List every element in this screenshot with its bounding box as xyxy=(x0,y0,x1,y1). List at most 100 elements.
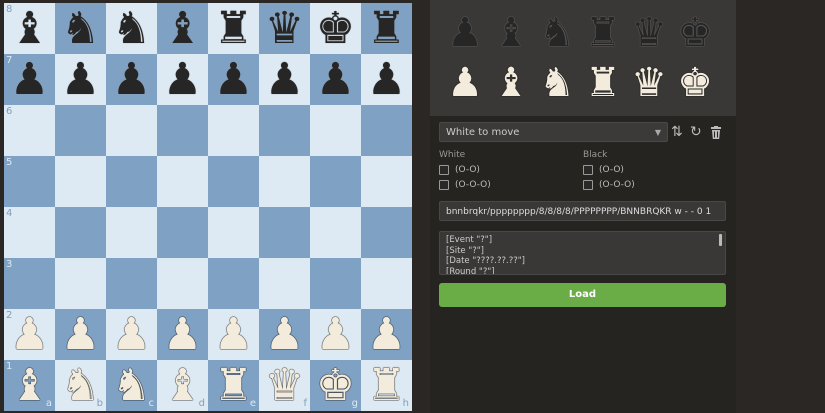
square-a6[interactable]: 6 xyxy=(4,105,55,156)
turn-select[interactable]: White to move ▼ xyxy=(439,122,668,142)
black-bishop-icon[interactable]: ♝ xyxy=(10,3,49,54)
spare-piece[interactable]: ♛ xyxy=(626,60,672,106)
black-pawn-icon[interactable]: ♟ xyxy=(163,54,202,105)
square-e5[interactable] xyxy=(208,156,259,207)
checkbox-box[interactable] xyxy=(583,165,593,175)
black-knight-icon[interactable]: ♞ xyxy=(112,3,151,54)
square-e4[interactable] xyxy=(208,207,259,258)
pgn-scrollbar[interactable] xyxy=(719,234,722,246)
white-rook-icon[interactable]: ♜ xyxy=(214,360,253,411)
spare-piece[interactable]: ♝ xyxy=(488,10,534,56)
square-e2[interactable]: ♟ xyxy=(208,309,259,360)
square-a5[interactable]: 5 xyxy=(4,156,55,207)
square-e1[interactable]: e ♜ xyxy=(208,360,259,411)
square-c1[interactable]: c ♞ xyxy=(106,360,157,411)
square-f6[interactable] xyxy=(259,105,310,156)
square-b1[interactable]: b ♞ xyxy=(55,360,106,411)
square-a3[interactable]: 3 xyxy=(4,258,55,309)
white-queenside-checkbox[interactable]: (O-O-O) xyxy=(439,179,491,191)
square-h4[interactable] xyxy=(361,207,412,258)
square-a8[interactable]: 8 ♝ xyxy=(4,3,55,54)
square-d6[interactable] xyxy=(157,105,208,156)
black-queen-icon[interactable]: ♛ xyxy=(631,10,667,56)
black-pawn-icon[interactable]: ♟ xyxy=(214,54,253,105)
square-d7[interactable]: ♟ xyxy=(157,54,208,105)
square-f4[interactable] xyxy=(259,207,310,258)
white-pawn-icon[interactable]: ♟ xyxy=(112,309,151,360)
square-b3[interactable] xyxy=(55,258,106,309)
square-d1[interactable]: d ♝ xyxy=(157,360,208,411)
square-b7[interactable]: ♟ xyxy=(55,54,106,105)
white-pawn-icon[interactable]: ♟ xyxy=(163,309,202,360)
black-pawn-icon[interactable]: ♟ xyxy=(10,54,49,105)
square-c8[interactable]: ♞ xyxy=(106,3,157,54)
white-queen-icon[interactable]: ♛ xyxy=(631,60,667,106)
square-e6[interactable] xyxy=(208,105,259,156)
square-c4[interactable] xyxy=(106,207,157,258)
spare-piece[interactable]: ♞ xyxy=(534,60,580,106)
spare-piece[interactable]: ♜ xyxy=(580,60,626,106)
square-b4[interactable] xyxy=(55,207,106,258)
square-b6[interactable] xyxy=(55,105,106,156)
black-knight-icon[interactable]: ♞ xyxy=(539,10,575,56)
black-rook-icon[interactable]: ♜ xyxy=(367,3,406,54)
white-king-icon[interactable]: ♚ xyxy=(316,360,355,411)
black-queenside-checkbox[interactable]: (O-O-O) xyxy=(583,179,635,191)
square-h2[interactable]: ♟ xyxy=(361,309,412,360)
black-pawn-icon[interactable]: ♟ xyxy=(447,10,483,56)
square-c2[interactable]: ♟ xyxy=(106,309,157,360)
square-d8[interactable]: ♝ xyxy=(157,3,208,54)
square-h1[interactable]: h ♜ xyxy=(361,360,412,411)
square-g3[interactable] xyxy=(310,258,361,309)
black-pawn-icon[interactable]: ♟ xyxy=(112,54,151,105)
white-queen-icon[interactable]: ♛ xyxy=(265,360,304,411)
white-pawn-icon[interactable]: ♟ xyxy=(214,309,253,360)
white-pawn-icon[interactable]: ♟ xyxy=(367,309,406,360)
square-g5[interactable] xyxy=(310,156,361,207)
square-a2[interactable]: 2 ♟ xyxy=(4,309,55,360)
square-c5[interactable] xyxy=(106,156,157,207)
square-a1[interactable]: 1 a ♝ xyxy=(4,360,55,411)
flip-board-icon[interactable]: ⇅ xyxy=(671,123,683,141)
black-rook-icon[interactable]: ♜ xyxy=(585,10,621,56)
black-bishop-icon[interactable]: ♝ xyxy=(163,3,202,54)
black-knight-icon[interactable]: ♞ xyxy=(61,3,100,54)
square-f7[interactable]: ♟ xyxy=(259,54,310,105)
chess-board[interactable]: 8 ♝ ♞ ♞ ♝ ♜ ♛ ♚ ♜ 7 ♟ ♟ ♟ ♟ ♟ ♟ ♟ ♟ 6 5 4 3 2 ♟ ♟ ♟ ♟ ♟ ♟ ♟ ♟ 1 a ♝ b ♞ c ♞ d ♝… xyxy=(4,3,412,411)
black-king-icon[interactable]: ♚ xyxy=(677,10,713,56)
white-bishop-icon[interactable]: ♝ xyxy=(493,60,529,106)
black-queen-icon[interactable]: ♛ xyxy=(265,3,304,54)
square-f5[interactable] xyxy=(259,156,310,207)
white-kingside-checkbox[interactable]: (O-O) xyxy=(439,164,480,176)
square-d2[interactable]: ♟ xyxy=(157,309,208,360)
pgn-textarea[interactable]: [Event "?"] [Site "?"] [Date "????.??.??… xyxy=(439,231,726,275)
square-d5[interactable] xyxy=(157,156,208,207)
square-g8[interactable]: ♚ xyxy=(310,3,361,54)
trash-icon[interactable] xyxy=(710,123,722,144)
square-b2[interactable]: ♟ xyxy=(55,309,106,360)
square-c3[interactable] xyxy=(106,258,157,309)
white-bishop-icon[interactable]: ♝ xyxy=(163,360,202,411)
reset-icon[interactable]: ↻ xyxy=(690,123,702,141)
square-d3[interactable] xyxy=(157,258,208,309)
black-rook-icon[interactable]: ♜ xyxy=(214,3,253,54)
white-king-icon[interactable]: ♚ xyxy=(677,60,713,106)
spare-piece[interactable]: ♝ xyxy=(488,60,534,106)
black-pawn-icon[interactable]: ♟ xyxy=(367,54,406,105)
white-knight-icon[interactable]: ♞ xyxy=(112,360,151,411)
spare-piece[interactable]: ♚ xyxy=(672,60,718,106)
white-pawn-icon[interactable]: ♟ xyxy=(316,309,355,360)
white-rook-icon[interactable]: ♜ xyxy=(367,360,406,411)
checkbox-box[interactable] xyxy=(583,180,593,190)
black-king-icon[interactable]: ♚ xyxy=(316,3,355,54)
square-c7[interactable]: ♟ xyxy=(106,54,157,105)
square-h3[interactable] xyxy=(361,258,412,309)
white-bishop-icon[interactable]: ♝ xyxy=(10,360,49,411)
square-e7[interactable]: ♟ xyxy=(208,54,259,105)
square-g1[interactable]: g ♚ xyxy=(310,360,361,411)
white-pawn-icon[interactable]: ♟ xyxy=(10,309,49,360)
square-f1[interactable]: f ♛ xyxy=(259,360,310,411)
square-g2[interactable]: ♟ xyxy=(310,309,361,360)
square-f2[interactable]: ♟ xyxy=(259,309,310,360)
square-b5[interactable] xyxy=(55,156,106,207)
